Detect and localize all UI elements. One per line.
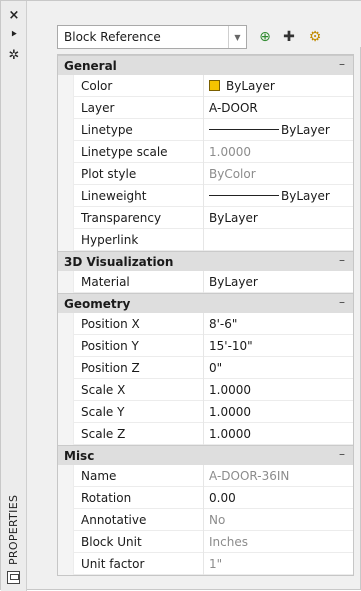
property-label: Scale X: [74, 378, 204, 401]
property-row-plot-style[interactable]: Plot style ByColor: [58, 162, 353, 185]
category-title: 3D Visualization: [64, 254, 174, 269]
property-label: Scale Y: [74, 400, 204, 423]
property-label: Material: [74, 270, 204, 293]
collapse-icon[interactable]: –: [339, 253, 345, 267]
category-general[interactable]: General –: [58, 55, 353, 75]
property-row-position-y[interactable]: Position Y 15'-10": [58, 334, 353, 357]
property-value[interactable]: A-DOOR-36IN: [204, 465, 353, 487]
property-label: Lineweight: [74, 184, 204, 207]
property-label: Position Z: [74, 356, 204, 379]
property-row-scale-x[interactable]: Scale X 1.0000: [58, 378, 353, 401]
property-value[interactable]: ByLayer: [204, 75, 353, 97]
property-row-linetype-scale[interactable]: Linetype scale 1.0000: [58, 140, 353, 163]
property-label: Linetype: [74, 118, 204, 141]
property-row-scale-z[interactable]: Scale Z 1.0000: [58, 422, 353, 445]
property-row-annotative[interactable]: Annotative No: [58, 508, 353, 531]
property-row-unit-factor[interactable]: Unit factor 1": [58, 552, 353, 575]
property-value[interactable]: ByLayer: [204, 207, 353, 229]
settings-icon[interactable]: ✲: [5, 47, 23, 63]
category-title: Misc: [64, 448, 95, 463]
category-title: General: [64, 58, 117, 73]
collapse-icon[interactable]: –: [339, 447, 345, 461]
palette-menu-icon[interactable]: [7, 571, 20, 584]
property-value[interactable]: ByColor: [204, 163, 353, 185]
property-label: Plot style: [74, 162, 204, 185]
property-label: Transparency: [74, 206, 204, 229]
collapse-icon[interactable]: –: [339, 57, 345, 71]
property-row-position-x[interactable]: Position X 8'-6": [58, 312, 353, 335]
property-value[interactable]: No: [204, 509, 353, 531]
property-label: Annotative: [74, 508, 204, 531]
property-row-hyperlink[interactable]: Hyperlink: [58, 228, 353, 251]
property-value[interactable]: 0.00: [204, 487, 353, 509]
quick-select-icon[interactable]: ⚙: [305, 27, 325, 47]
property-row-name[interactable]: Name A-DOOR-36IN: [58, 464, 353, 487]
property-label: Name: [74, 464, 204, 487]
property-value[interactable]: 15'-10": [204, 335, 353, 357]
property-label: Layer: [74, 96, 204, 119]
property-value[interactable]: ByLayer: [204, 119, 353, 141]
property-label: Unit factor: [74, 552, 204, 575]
palette-title-strip: × ⯈ ✲ PROPERTIES: [1, 1, 27, 591]
property-value[interactable]: 1": [204, 553, 353, 575]
property-label: Scale Z: [74, 422, 204, 445]
property-label: Hyperlink: [74, 228, 204, 251]
property-row-material[interactable]: Material ByLayer: [58, 270, 353, 293]
selection-toolbar: Block Reference ▼ ⊕ ✚ ⚙: [27, 1, 361, 49]
property-label: Block Unit: [74, 530, 204, 553]
property-grid: General – Color ByLayer Layer A-DOOR Lin…: [57, 54, 354, 576]
property-value[interactable]: ByLayer: [204, 185, 353, 207]
property-value[interactable]: Inches: [204, 531, 353, 553]
category-3d-visualization[interactable]: 3D Visualization –: [58, 251, 353, 271]
property-row-scale-y[interactable]: Scale Y 1.0000: [58, 400, 353, 423]
property-row-linetype[interactable]: Linetype ByLayer: [58, 118, 353, 141]
property-row-color[interactable]: Color ByLayer: [58, 74, 353, 97]
chevron-down-icon[interactable]: ▼: [228, 26, 246, 48]
property-label: Color: [74, 74, 204, 97]
property-row-lineweight[interactable]: Lineweight ByLayer: [58, 184, 353, 207]
property-value[interactable]: A-DOOR: [204, 97, 353, 119]
property-row-block-unit[interactable]: Block Unit Inches: [58, 530, 353, 553]
palette-title: PROPERTIES: [7, 494, 20, 565]
close-icon[interactable]: ×: [5, 7, 23, 23]
color-swatch-icon: [209, 80, 220, 91]
property-value[interactable]: 1.0000: [204, 379, 353, 401]
category-title: Geometry: [64, 296, 131, 311]
property-row-position-z[interactable]: Position Z 0": [58, 356, 353, 379]
property-value[interactable]: 1.0000: [204, 141, 353, 163]
category-misc[interactable]: Misc –: [58, 445, 353, 465]
property-label: Position Y: [74, 334, 204, 357]
property-row-layer[interactable]: Layer A-DOOR: [58, 96, 353, 119]
linetype-preview: [209, 129, 279, 130]
properties-palette: × ⯈ ✲ PROPERTIES Block Reference ▼ ⊕ ✚ ⚙…: [0, 0, 361, 591]
select-objects-icon[interactable]: ✚: [279, 27, 299, 47]
object-type-value: Block Reference: [64, 30, 161, 44]
property-label: Position X: [74, 312, 204, 335]
property-label: Rotation: [74, 486, 204, 509]
property-value[interactable]: 1.0000: [204, 401, 353, 423]
property-value[interactable]: 0": [204, 357, 353, 379]
category-geometry[interactable]: Geometry –: [58, 293, 353, 313]
property-value[interactable]: 1.0000: [204, 423, 353, 445]
auto-hide-icon[interactable]: ⯈: [5, 27, 23, 43]
lineweight-preview: [209, 195, 279, 196]
property-value[interactable]: 8'-6": [204, 313, 353, 335]
object-type-select[interactable]: Block Reference ▼: [57, 25, 247, 49]
property-label: Linetype scale: [74, 140, 204, 163]
property-value[interactable]: [204, 229, 353, 251]
property-value[interactable]: ByLayer: [204, 271, 353, 293]
toggle-pickadd-icon[interactable]: ⊕: [255, 27, 275, 47]
property-row-transparency[interactable]: Transparency ByLayer: [58, 206, 353, 229]
collapse-icon[interactable]: –: [339, 295, 345, 309]
property-row-rotation[interactable]: Rotation 0.00: [58, 486, 353, 509]
